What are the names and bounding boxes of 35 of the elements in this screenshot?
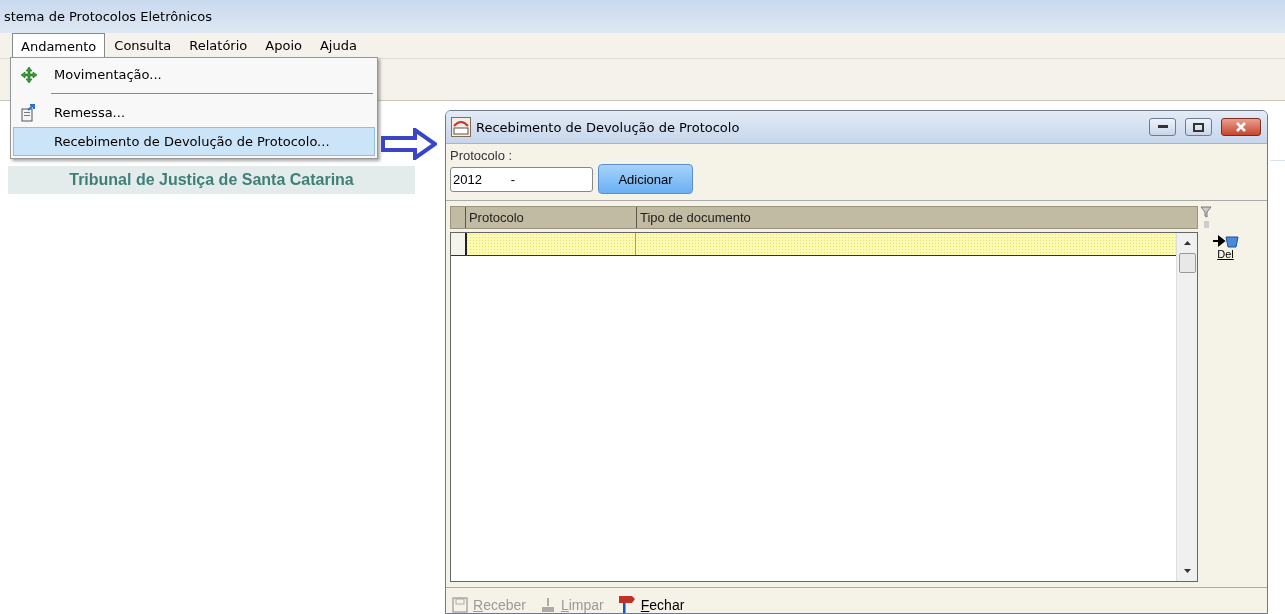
menu-entry[interactable]: Remessa...: [13, 98, 375, 127]
scrollbar[interactable]: [1176, 233, 1197, 581]
delete-button[interactable]: Del: [1211, 234, 1240, 260]
filter-icon[interactable]: [1199, 206, 1212, 230]
column-header[interactable]: Protocolo: [464, 207, 636, 228]
window-title: stema de Protocolos Eletrônicos: [4, 9, 212, 24]
menu-item[interactable]: Consulta: [105, 33, 181, 58]
add-button[interactable]: Adicionar: [598, 164, 693, 194]
minimize-button[interactable]: [1149, 118, 1176, 136]
close-button[interactable]: [1221, 118, 1261, 136]
column-header[interactable]: Tipo de documento: [636, 207, 1197, 228]
menu-item[interactable]: Andamento: [12, 33, 106, 58]
maximize-button[interactable]: [1185, 118, 1212, 136]
save-icon: [452, 597, 468, 613]
menu-entry[interactable]: Movimentação...: [13, 60, 375, 89]
close-icon: [1235, 122, 1247, 132]
dialog-title: Recebimento de Devolução de Protocolo: [476, 119, 741, 135]
menu-item[interactable]: Relatório: [180, 33, 257, 58]
signpost-icon: [617, 595, 636, 613]
menu-entry[interactable]: Recebimento de Devolução de Protocolo...: [13, 127, 375, 156]
maximize-icon: [1193, 122, 1204, 132]
minimize-icon: [1157, 125, 1168, 129]
brush-icon: [539, 597, 556, 613]
arrow-drawing: [381, 128, 437, 160]
menu-item[interactable]: Ajuda: [310, 33, 366, 58]
footer-button[interactable]: Fechar: [617, 595, 685, 613]
move-icon: [21, 66, 37, 83]
document-arrow-icon: [21, 103, 37, 122]
selected-row[interactable]: [451, 233, 1176, 256]
menu-item[interactable]: Apoio: [256, 33, 311, 58]
app-logo-icon: [451, 117, 471, 137]
banner-text: Tribunal de Justiça de Santa Catarina: [8, 166, 415, 194]
protocol-field[interactable]: 2012 -: [450, 166, 593, 192]
scroll-thumb[interactable]: [1178, 253, 1196, 273]
field-label: Protocolo :: [450, 148, 514, 163]
